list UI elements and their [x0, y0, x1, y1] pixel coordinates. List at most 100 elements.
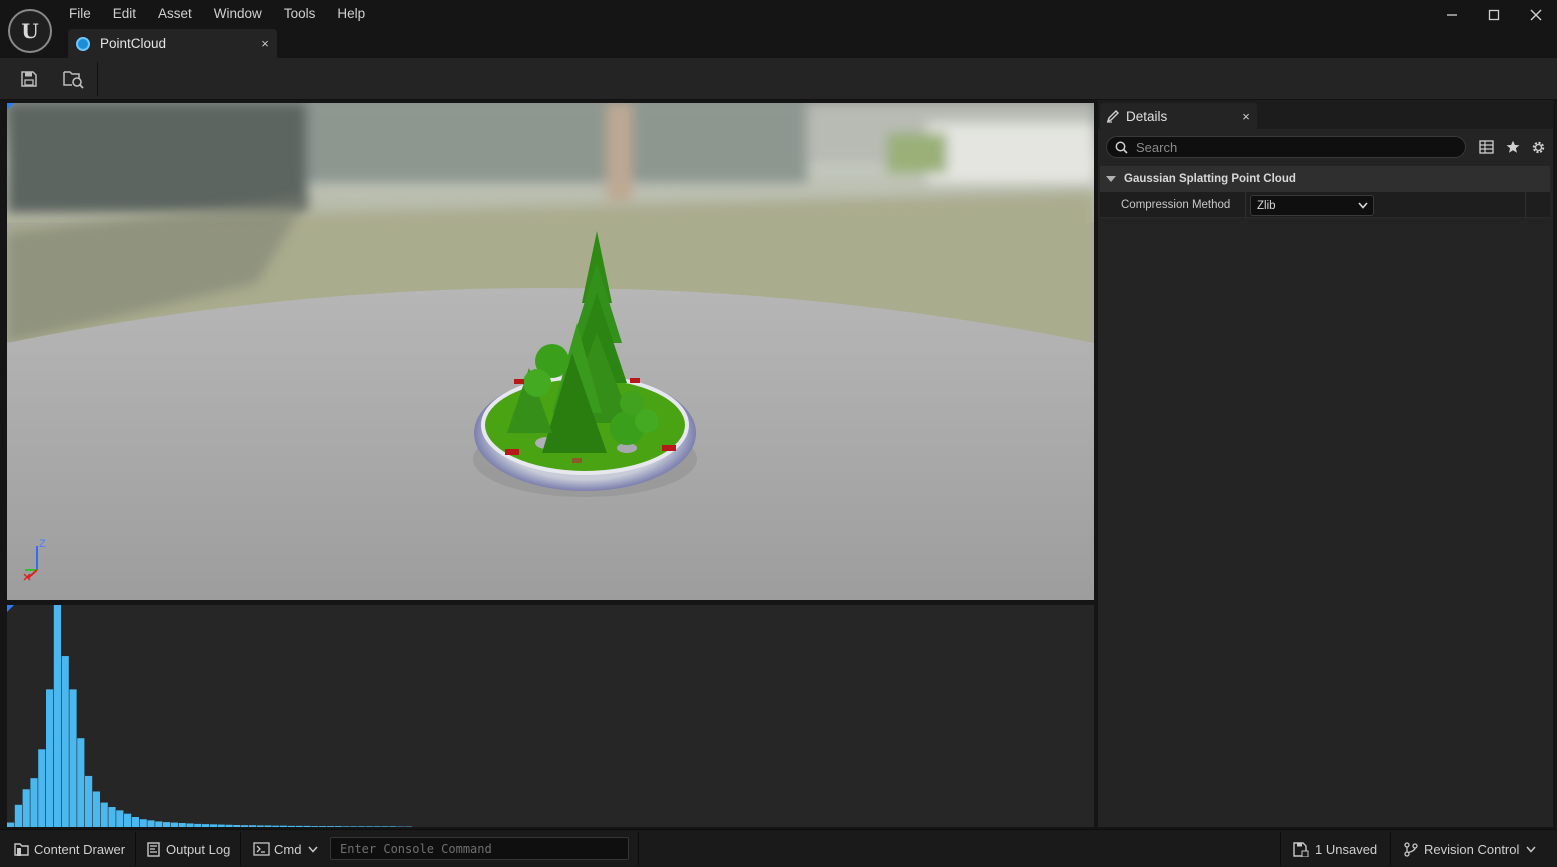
histogram-bar	[217, 824, 225, 827]
histogram-bar	[100, 802, 108, 827]
histogram-bar	[14, 804, 22, 827]
chevron-down-icon	[308, 846, 319, 853]
category-gaussian-splatting[interactable]: Gaussian Splatting Point Cloud	[1100, 166, 1550, 192]
histogram-bar	[131, 817, 139, 827]
browse-to-asset-icon	[63, 71, 84, 89]
histogram-bar	[389, 826, 397, 827]
histogram-bar	[225, 824, 233, 827]
details-search-input[interactable]	[1136, 139, 1436, 155]
window-controls	[1431, 0, 1557, 30]
asset-toolbar	[0, 58, 1557, 100]
unsaved-button[interactable]: 1 Unsaved	[1293, 838, 1377, 860]
chevron-down-icon	[1526, 846, 1536, 853]
branch-icon	[1404, 841, 1418, 857]
terminal-icon	[253, 842, 270, 856]
histogram-bar	[256, 825, 264, 827]
histogram-bar	[139, 819, 147, 827]
tab-details[interactable]: Details ×	[1100, 103, 1257, 129]
histogram-bar	[92, 791, 100, 827]
histogram-bar	[53, 605, 61, 827]
menu-help[interactable]: Help	[326, 0, 376, 28]
tab-pointcloud[interactable]: PointCloud ×	[68, 29, 277, 58]
logo-letter: U	[21, 19, 39, 43]
histogram-bar	[30, 778, 38, 827]
histogram-bar	[241, 825, 249, 827]
histogram-bar	[186, 823, 194, 827]
search-icon	[1115, 141, 1128, 154]
gear-icon	[1532, 141, 1544, 153]
minimize-button[interactable]	[1431, 0, 1473, 30]
unreal-logo-icon[interactable]: U	[8, 9, 52, 53]
chevron-down-icon	[1353, 202, 1373, 209]
content-drawer-label: Content Drawer	[34, 841, 126, 857]
console-command-box	[330, 837, 629, 860]
point-cloud-asset-icon	[76, 36, 90, 51]
viewport-corner-marker	[7, 103, 14, 110]
column-divider[interactable]	[1245, 192, 1246, 218]
content-drawer-icon	[14, 842, 29, 856]
compression-method-dropdown[interactable]: Zlib	[1250, 195, 1374, 216]
output-log-button[interactable]: Output Log	[147, 838, 230, 860]
details-body: Gaussian Splatting Point Cloud Compressi…	[1098, 129, 1553, 827]
browse-to-asset-button[interactable]	[59, 66, 87, 92]
details-tab-close-button[interactable]: ×	[1235, 109, 1257, 124]
minimize-icon	[1447, 14, 1457, 16]
console-command-input[interactable]	[331, 838, 628, 859]
status-separator	[1280, 832, 1281, 866]
toolbar-separator	[97, 62, 98, 96]
histogram-bar	[22, 789, 30, 827]
status-separator	[1390, 832, 1391, 866]
histogram-bar	[358, 826, 366, 827]
histogram-bar	[326, 826, 334, 827]
status-separator	[638, 832, 639, 866]
histogram-bar	[7, 822, 15, 827]
histogram-bar	[108, 807, 116, 827]
property-matrix-button[interactable]	[1476, 137, 1496, 157]
viewport-scene	[7, 103, 1094, 600]
menu-edit[interactable]: Edit	[102, 0, 147, 28]
histogram-bar	[85, 775, 93, 827]
compression-method-value: Zlib	[1257, 199, 1276, 212]
tab-label: PointCloud	[100, 36, 167, 51]
star-icon	[1506, 140, 1520, 153]
histogram-bar	[209, 824, 217, 827]
histogram-bar	[38, 749, 46, 827]
status-separator	[240, 832, 241, 866]
histogram-bar	[280, 825, 288, 827]
menu-tools[interactable]: Tools	[273, 0, 327, 28]
histogram-bar	[202, 824, 210, 827]
histogram-bar	[46, 689, 54, 827]
tab-close-button[interactable]: ×	[253, 36, 277, 51]
unsaved-label: 1 Unsaved	[1315, 841, 1378, 857]
histogram-bar	[178, 823, 186, 827]
axis-gizmo: Z	[17, 538, 57, 584]
category-collapse-arrow-icon[interactable]	[1106, 176, 1116, 182]
histogram-bar	[61, 656, 69, 827]
histogram-panel	[7, 605, 1094, 827]
property-name: Compression Method	[1121, 199, 1231, 211]
histogram-bar	[342, 826, 350, 827]
status-separator	[135, 832, 136, 866]
revision-control-button[interactable]: Revision Control	[1404, 838, 1536, 860]
maximize-button[interactable]	[1473, 0, 1515, 30]
menu-file[interactable]: File	[58, 0, 102, 28]
menu-bar: File Edit Asset Window Tools Help	[58, 0, 376, 28]
menu-asset[interactable]: Asset	[147, 0, 203, 28]
histogram-bar	[319, 826, 327, 827]
save-button[interactable]	[15, 66, 43, 92]
content-drawer-button[interactable]: Content Drawer	[14, 838, 125, 860]
histogram-bar	[272, 825, 280, 827]
favorites-button[interactable]	[1503, 137, 1523, 157]
cmd-dropdown[interactable]: Cmd	[253, 838, 319, 860]
preview-viewport[interactable]: Z	[7, 103, 1094, 600]
settings-button[interactable]	[1528, 137, 1548, 157]
close-window-button[interactable]	[1515, 0, 1557, 30]
editor-window: U File Edit Asset Window Tools Help Poin…	[0, 0, 1557, 867]
histogram-bar	[147, 820, 155, 827]
histogram-bar	[350, 826, 358, 827]
details-tab-label: Details	[1126, 108, 1168, 124]
reset-column-divider	[1525, 192, 1526, 218]
menu-window[interactable]: Window	[203, 0, 273, 28]
histogram-bar	[163, 822, 171, 827]
histogram-bar	[264, 825, 272, 827]
